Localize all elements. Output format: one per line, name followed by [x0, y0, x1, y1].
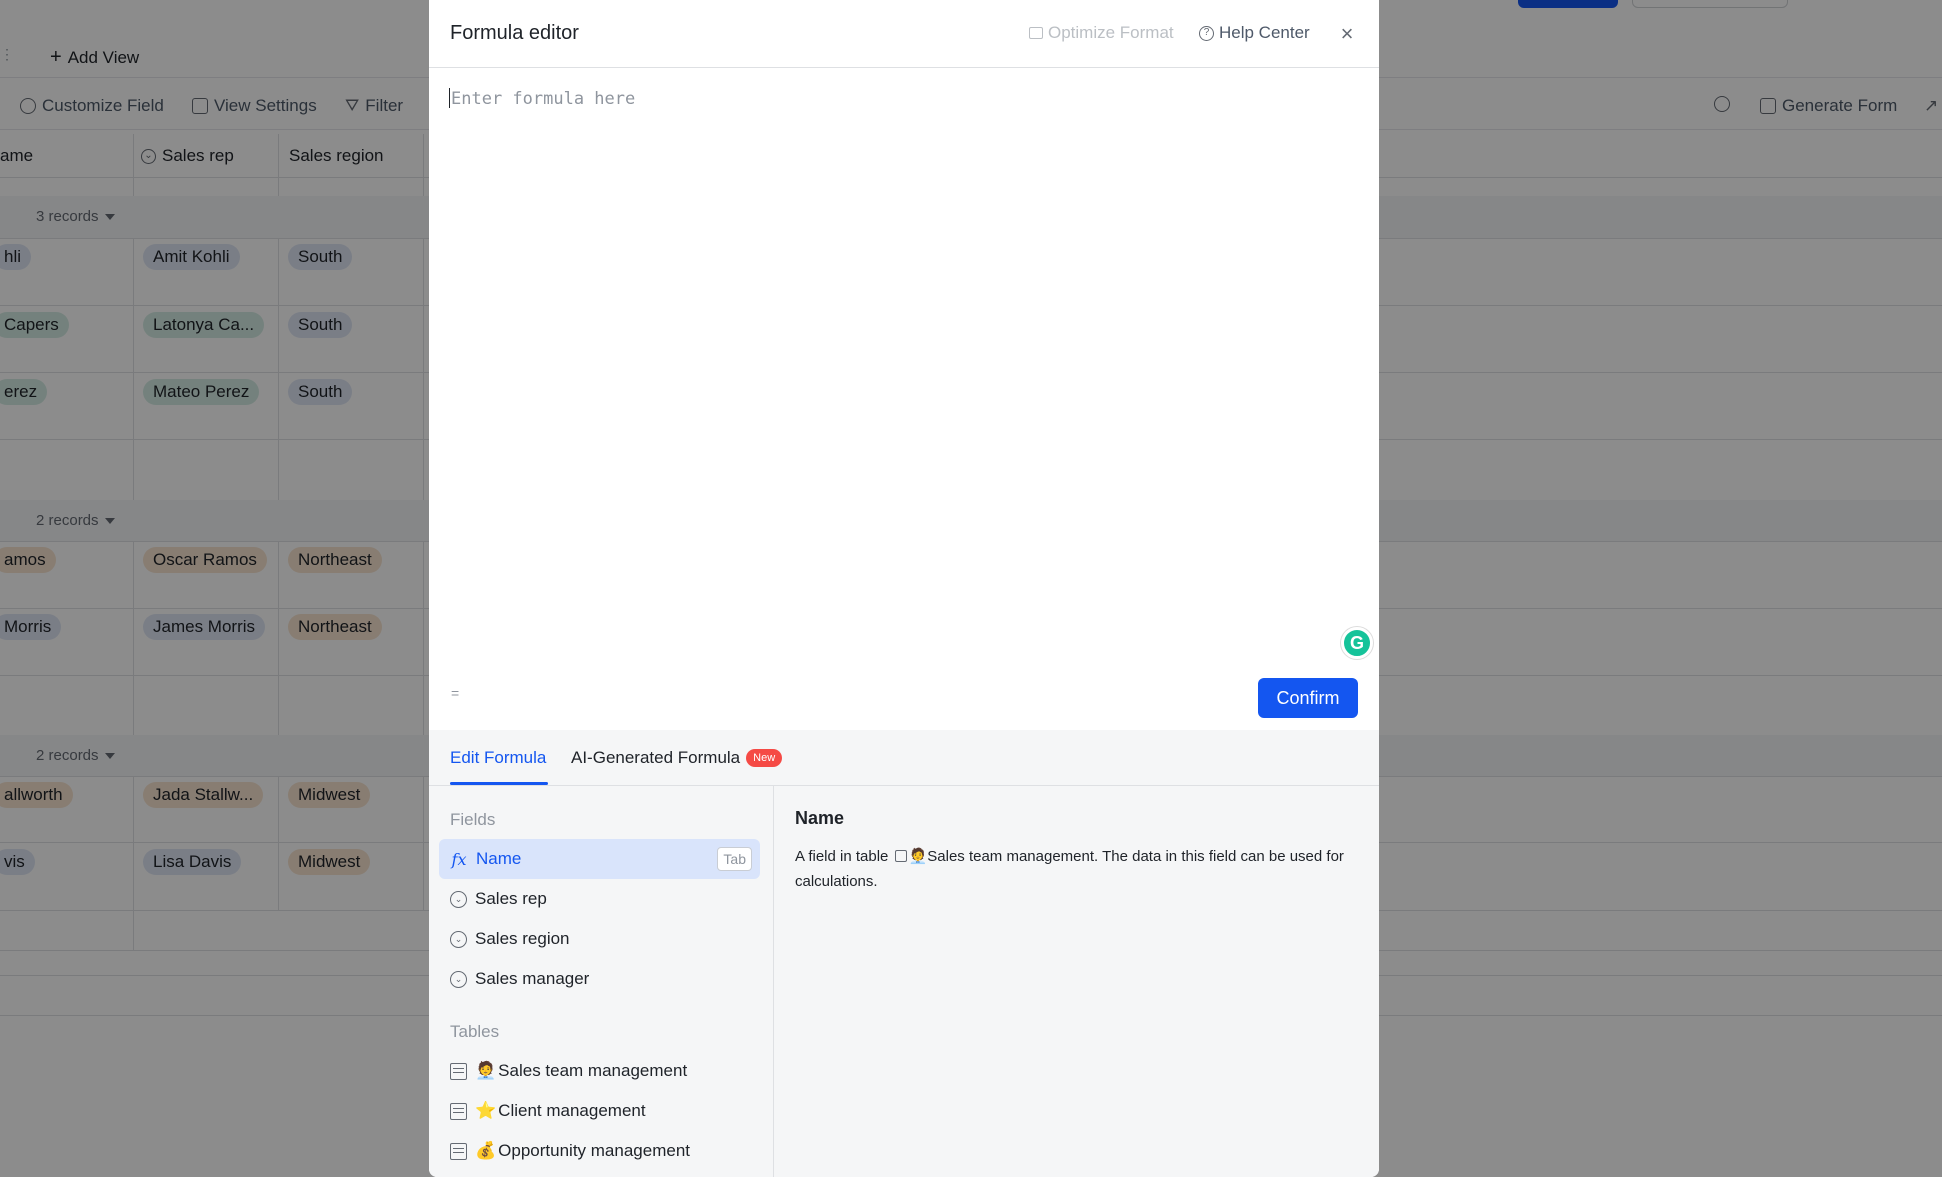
- field-item-label: Sales region: [475, 929, 570, 948]
- tab-ai-generated-formula[interactable]: AI-Generated Formula New: [571, 748, 783, 768]
- optimize-format-button[interactable]: Optimize Format: [1029, 23, 1174, 43]
- formula-placeholder: Enter formula here: [451, 89, 636, 109]
- table-item-label: Sales team management: [498, 1061, 688, 1080]
- optimize-format-label: Optimize Format: [1048, 23, 1174, 42]
- format-brush-icon: [1029, 27, 1043, 39]
- single-select-icon: ⌄: [450, 930, 467, 948]
- formula-icon: fx: [451, 849, 467, 869]
- formula-result-hint: =: [451, 685, 460, 701]
- tab-edit-formula-label: Edit Formula: [450, 748, 547, 767]
- money-bag-emoji-icon: 💰: [475, 1141, 497, 1160]
- tables-section-title: Tables: [450, 1022, 500, 1041]
- table-item-opportunity-management[interactable]: 💰 Opportunity management: [439, 1131, 760, 1171]
- close-icon[interactable]: ×: [1333, 20, 1361, 48]
- table-icon: [894, 850, 907, 862]
- table-icon: [450, 1102, 467, 1120]
- question-circle-icon: ?: [1199, 25, 1214, 41]
- table-item-sales-team-management[interactable]: 🧑‍💼 Sales team management: [439, 1051, 760, 1091]
- person-emoji-icon: 🧑‍💼: [908, 848, 928, 865]
- detail-desc-prefix: A field in table: [795, 848, 889, 865]
- field-detail-pane: Name A field in table 🧑‍💼Sales team mana…: [775, 786, 1379, 1177]
- text-cursor: [449, 88, 450, 108]
- help-center-label: Help Center: [1219, 23, 1310, 42]
- field-item-label: Name: [476, 849, 522, 868]
- dialog-header: Formula editor Optimize Format ? Help Ce…: [429, 0, 1379, 68]
- formula-input[interactable]: Enter formula here: [449, 88, 1349, 648]
- field-item-sales-region[interactable]: ⌄ Sales region: [439, 919, 760, 959]
- tab-shortcut-badge: Tab: [717, 847, 752, 871]
- detail-description: A field in table 🧑‍💼Sales team managemen…: [795, 844, 1365, 894]
- dialog-title: Formula editor: [450, 22, 579, 44]
- field-item-name[interactable]: fx Name Tab: [439, 839, 760, 879]
- active-tab-indicator: [450, 782, 548, 785]
- single-select-icon: ⌄: [450, 970, 467, 988]
- grammarly-icon[interactable]: G: [1341, 627, 1373, 659]
- confirm-button[interactable]: Confirm: [1258, 678, 1358, 718]
- tab-edit-formula[interactable]: Edit Formula: [450, 748, 546, 768]
- table-icon: [450, 1062, 467, 1080]
- formula-helper-panel: Edit Formula AI-Generated Formula New Fi…: [429, 730, 1379, 1177]
- detail-title: Name: [795, 808, 845, 828]
- helper-tabs: Edit Formula AI-Generated Formula New: [429, 730, 1379, 786]
- tab-ai-generated-formula-label: AI-Generated Formula: [571, 748, 741, 767]
- table-item-client-management[interactable]: ⭐ Client management: [439, 1091, 760, 1131]
- single-select-icon: ⌄: [450, 890, 467, 908]
- field-item-label: Sales rep: [475, 889, 547, 908]
- detail-desc-table-name: Sales team management: [927, 848, 1095, 865]
- field-item-sales-rep[interactable]: ⌄ Sales rep: [439, 879, 760, 919]
- field-item-label: Sales manager: [475, 969, 590, 988]
- help-center-link[interactable]: ? Help Center: [1199, 23, 1310, 43]
- table-item-label: Opportunity management: [498, 1141, 691, 1160]
- table-icon: [450, 1142, 467, 1160]
- formula-editor-dialog: Formula editor Optimize Format ? Help Ce…: [429, 0, 1379, 1177]
- star-emoji-icon: ⭐: [475, 1101, 497, 1120]
- person-emoji-icon: 🧑‍💼: [475, 1061, 497, 1080]
- fields-list-pane: Fields fx Name Tab ⌄ Sales rep ⌄ Sales r…: [429, 786, 774, 1177]
- table-item-label: Client management: [498, 1101, 646, 1120]
- new-badge: New: [746, 749, 783, 767]
- field-item-sales-manager[interactable]: ⌄ Sales manager: [439, 959, 760, 999]
- fields-section-title: Fields: [450, 810, 496, 829]
